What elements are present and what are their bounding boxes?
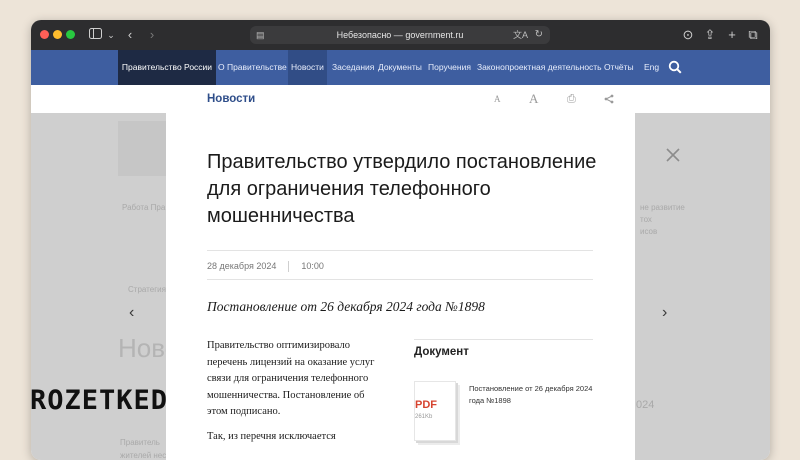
share-page-icon[interactable] [604,85,614,113]
address-bar[interactable]: ▤ Небезопасно — government.ru 文A ↻ [250,26,550,44]
article-modal: Правительство утвердило постановление дл… [166,113,635,460]
browser-titlebar: ⌄ ‹ › ▤ Небезопасно — government.ru 文A ↻… [31,20,770,50]
tab-overview-icon[interactable]: ⧉ [744,26,762,44]
article-date: 28 декабря 2024 [207,261,277,271]
bg-snippet: Стратегия [128,285,166,294]
nav-brand[interactable]: Правительство России [118,50,216,85]
zoom-window-button[interactable] [66,30,75,39]
article-paragraph: Правительство оптимизировало перечень ли… [207,340,375,417]
nav-item-meetings[interactable]: Заседания [332,50,374,85]
nav-item-legislation[interactable]: Законопроектная деятельность [477,50,602,85]
watermark-logo: ROZETKED [30,385,169,416]
url-domain: government.ru [405,30,464,40]
nav-item-instructions[interactable]: Поручения [428,50,471,85]
share-icon[interactable]: ⇪ [701,26,719,44]
divider [414,339,593,340]
divider [207,250,593,251]
page-settings-icon[interactable]: ▤ [256,26,265,44]
minimize-window-button[interactable] [53,30,62,39]
reload-icon[interactable]: ↻ [535,26,543,44]
document-link[interactable]: Постановление от 26 декабря 2024 года №1… [469,383,594,406]
bg-snippet: исов [640,227,658,236]
carousel-prev-icon[interactable]: ‹ [129,304,134,322]
downloads-icon[interactable]: ⊙ [679,26,697,44]
print-icon[interactable]: ⎙ [567,85,576,113]
nav-item-about[interactable]: О Правительстве [218,50,287,85]
font-decrease-icon[interactable]: A [494,85,501,113]
font-increase-icon[interactable]: A [529,85,538,113]
nav-item-eng[interactable]: Eng [644,50,659,85]
article-paragraph: Так, из перечня исключается [207,431,336,442]
section-subbar: Новости A A ⎙ [31,85,770,114]
forward-button[interactable]: › [143,26,161,44]
bg-snippet: Правитель [120,438,160,447]
divider [288,261,290,273]
bg-snippet: 024 [636,399,655,411]
translate-icon[interactable]: 文A [513,26,528,44]
decree-title: Постановление от 26 декабря 2024 года №1… [207,299,485,314]
nav-item-news[interactable]: Новости [288,50,327,85]
bg-snippet: Работа Пра [122,203,166,212]
nav-item-documents[interactable]: Документы [378,50,422,85]
divider [207,279,593,280]
document-card[interactable]: PDF 261Kb [414,381,456,441]
bg-snippet: не развитие [640,203,685,212]
search-icon[interactable] [668,60,682,74]
emblem-image [118,121,168,176]
bg-snippet: жителей нес [120,451,167,460]
pdf-icon: PDF [415,399,437,411]
back-button[interactable]: ‹ [121,26,139,44]
bg-snippet: тох [640,215,652,224]
document-size: 261Kb [415,414,433,420]
new-tab-icon[interactable]: + [723,26,741,44]
nav-item-reports[interactable]: Отчёты [604,50,634,85]
article-meta: 28 декабря 2024 10:00 [207,261,324,273]
article-title: Правительство утвердило постановление дл… [207,151,597,227]
chevron-down-icon[interactable]: ⌄ [102,26,120,44]
close-icon[interactable] [665,147,681,163]
section-title[interactable]: Новости [207,85,255,113]
carousel-next-icon[interactable]: › [662,304,667,322]
article-time: 10:00 [301,261,324,271]
document-heading: Документ [414,346,469,358]
url-security-label: Небезопасно — [336,30,406,40]
site-nav: Правительство России О Правительстве Нов… [31,50,770,85]
close-window-button[interactable] [40,30,49,39]
